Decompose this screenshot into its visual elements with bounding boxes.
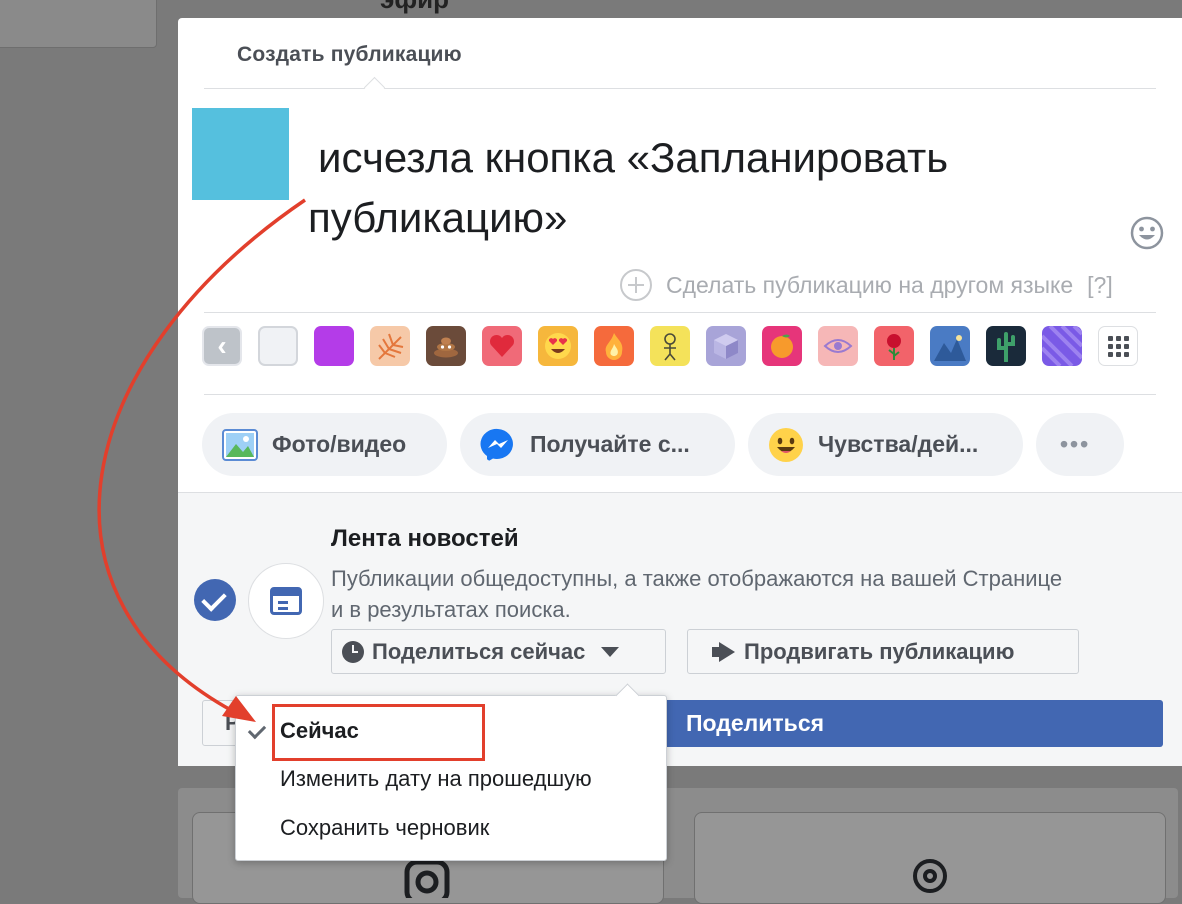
title-pointer <box>363 76 386 99</box>
background-swatch-cube[interactable] <box>706 326 746 366</box>
checkmark-icon <box>247 720 267 740</box>
cactus-icon <box>997 332 1015 362</box>
background-picker: ‹ <box>202 326 1154 366</box>
background-card <box>0 0 157 48</box>
divider <box>204 394 1156 395</box>
chevron-left-icon: ‹ <box>217 330 227 361</box>
fire-icon <box>605 333 623 360</box>
photo-video-button[interactable]: Фото/видео <box>202 413 447 476</box>
background-swatch-heart[interactable] <box>482 326 522 366</box>
cube-icon <box>714 334 738 359</box>
background-heading: эфир <box>380 0 449 15</box>
create-post-dialog: Создать публикацию исчезла кнопка «Запла… <box>178 18 1182 766</box>
post-text-input[interactable]: исчезла кнопка «Запланировать публикацию… <box>308 128 1068 248</box>
help-link[interactable]: [?] <box>1087 272 1113 299</box>
megaphone-icon <box>712 642 738 662</box>
news-feed-description: Публикации общедоступны, а также отображ… <box>331 563 1182 625</box>
avatar <box>192 108 289 200</box>
rose-icon <box>887 334 901 360</box>
landscape-icon <box>934 335 966 361</box>
menu-item-save-draft[interactable]: Сохранить черновик <box>280 815 489 841</box>
background-swatch-white[interactable] <box>258 326 298 366</box>
news-feed-description-line: и в результатах поиска. <box>331 597 571 622</box>
palm-leaf-icon <box>378 333 404 360</box>
background-swatch-rose[interactable] <box>874 326 914 366</box>
messenger-icon <box>480 428 513 462</box>
background-swatch-palm-leaf[interactable] <box>370 326 410 366</box>
share-button[interactable]: Поделиться <box>662 700 1163 747</box>
grid-icon <box>1107 335 1129 357</box>
instagram-icon <box>404 859 450 898</box>
clock-icon <box>342 640 364 663</box>
share-now-label: Поделиться сейчас <box>372 638 586 664</box>
background-swatch-eye[interactable] <box>818 326 858 366</box>
annotation-highlight-box <box>272 704 485 761</box>
other-language-label: Сделать публикацию на другом языке <box>666 271 1074 298</box>
news-feed-checkbox[interactable] <box>194 579 236 621</box>
background-swatch-orange[interactable] <box>762 326 802 366</box>
heart-eyes-emoji-icon <box>545 333 571 359</box>
news-feed-title: Лента новостей <box>331 525 519 552</box>
more-backgrounds-button[interactable] <box>1098 326 1138 366</box>
feelings-activity-label: Чувства/дей... <box>818 431 979 457</box>
background-swatch-purple[interactable] <box>314 326 354 366</box>
orange-fruit-icon <box>771 334 793 358</box>
other-language-link[interactable]: Сделать публикацию на другом языке [?] <box>620 268 1113 302</box>
post-text-line: исчезла кнопка «Запланировать <box>318 134 949 181</box>
share-button-label: Поделиться <box>686 710 825 736</box>
more-actions-button[interactable]: ••• <box>1036 413 1124 476</box>
caret-down-icon <box>601 646 620 657</box>
divider <box>204 312 1156 313</box>
plus-circle-icon <box>620 269 652 301</box>
emoji-picker-icon[interactable] <box>1130 216 1164 250</box>
messenger-label: Получайте с... <box>530 431 690 457</box>
promote-post-button[interactable]: Продвигать публикацию <box>687 629 1079 674</box>
promote-post-label: Продвигать публикацию <box>744 638 1015 664</box>
messenger-button[interactable]: Получайте с... <box>460 413 735 476</box>
dialog-title: Создать публикацию <box>237 43 462 66</box>
menu-item-backdate[interactable]: Изменить дату на прошедшую <box>280 766 592 792</box>
feelings-activity-button[interactable]: Чувства/дей... <box>748 413 1023 476</box>
more-icon: ••• <box>1060 431 1091 457</box>
violet-pattern-icon <box>1042 326 1082 366</box>
background-swatch-poop[interactable] <box>426 326 466 366</box>
smiley-icon <box>769 427 803 462</box>
background-swatch-fire[interactable] <box>594 326 634 366</box>
photo-icon <box>222 428 258 461</box>
background-swatch-cactus[interactable] <box>986 326 1026 366</box>
poop-emoji-icon <box>434 337 458 358</box>
heart-icon <box>489 334 515 357</box>
eye-icon <box>823 339 853 353</box>
news-feed-icon <box>248 563 324 639</box>
background-swatch-landscape[interactable] <box>930 326 970 366</box>
backgrounds-back-button[interactable]: ‹ <box>202 326 242 366</box>
share-now-dropdown[interactable]: Поделиться сейчас <box>331 629 666 674</box>
dialog-header: Создать публикацию <box>204 18 1156 99</box>
background-swatch-violet-pattern[interactable] <box>1042 326 1082 366</box>
photo-video-label: Фото/видео <box>272 431 407 457</box>
location-pin-icon <box>913 859 947 893</box>
background-swatch-heart-eyes[interactable] <box>538 326 578 366</box>
background-swatch-doodle[interactable] <box>650 326 690 366</box>
doodle-icon <box>664 333 676 361</box>
post-text-line: публикацию» <box>308 194 568 241</box>
news-feed-description-line: Публикации общедоступны, а также отображ… <box>331 566 1063 591</box>
